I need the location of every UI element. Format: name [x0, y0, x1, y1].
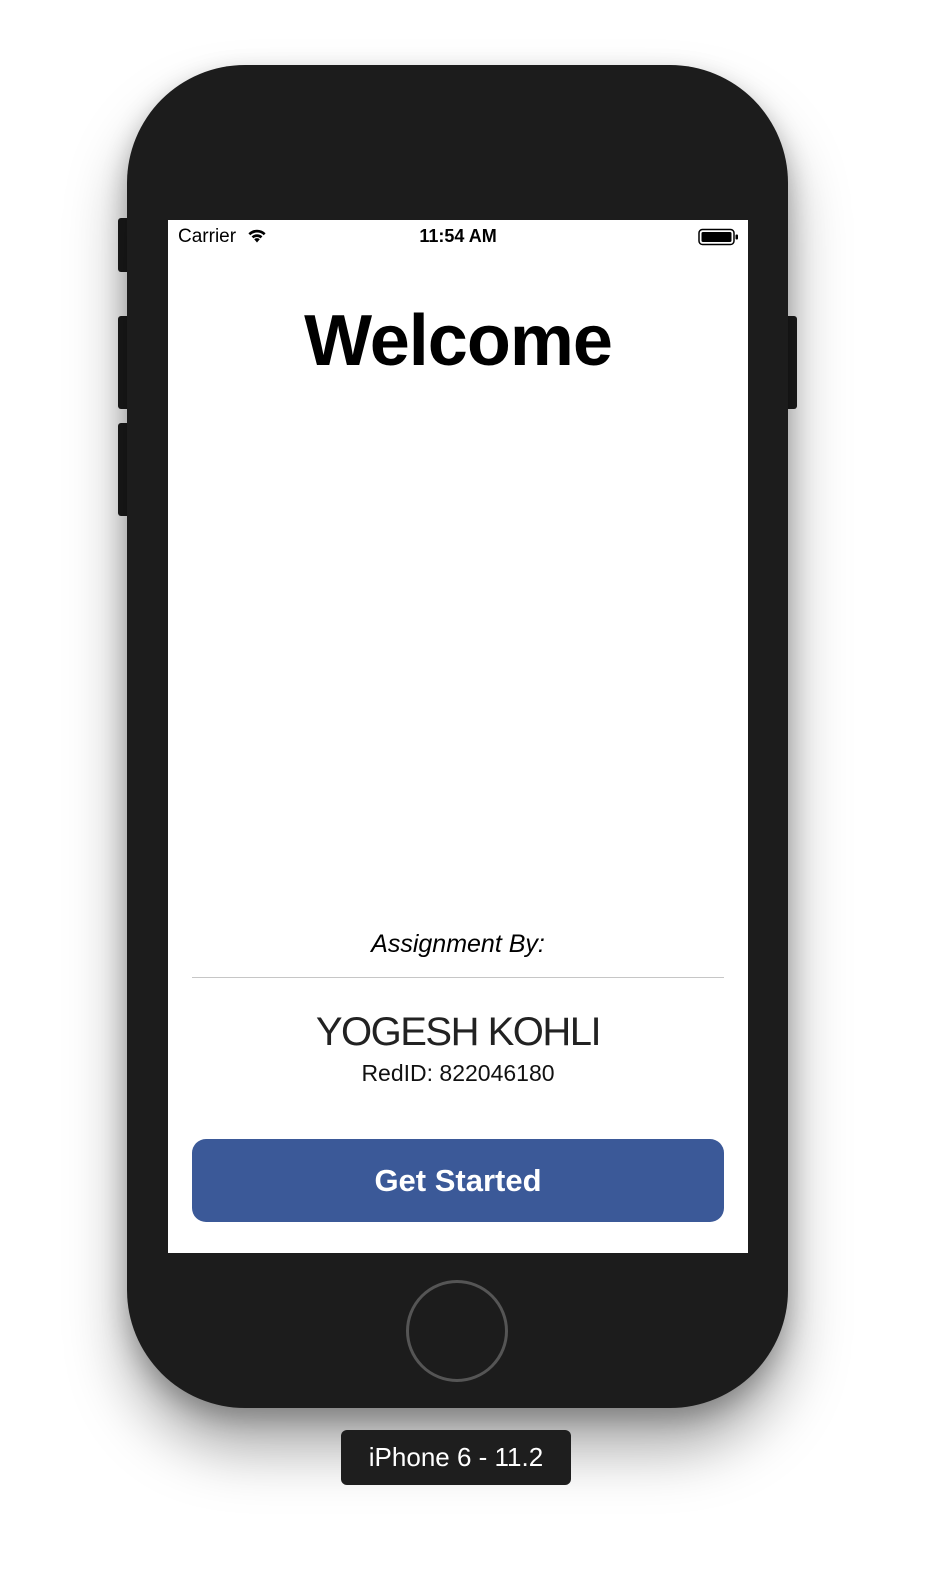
status-time: 11:54 AM: [419, 226, 497, 246]
welcome-title: Welcome: [304, 301, 613, 381]
simulator-device-label: iPhone 6 - 11.2: [341, 1430, 571, 1485]
get-started-button[interactable]: Get Started: [192, 1139, 724, 1222]
home-button[interactable]: [406, 1280, 508, 1382]
divider: [192, 977, 724, 978]
app-screen: Carrier 11:54 AM Welcome Assignment By: …: [168, 220, 748, 1253]
assignment-by-label: Assignment By:: [371, 930, 545, 958]
red-id-label: RedID: 822046180: [361, 1060, 555, 1086]
author-name: YOGESH KOHLI: [315, 1010, 602, 1054]
status-bar: Carrier 11:54 AM: [168, 220, 748, 254]
simulator-stage: Carrier 11:54 AM Welcome Assignment By: …: [0, 0, 928, 1590]
battery-full-icon: [698, 228, 738, 246]
